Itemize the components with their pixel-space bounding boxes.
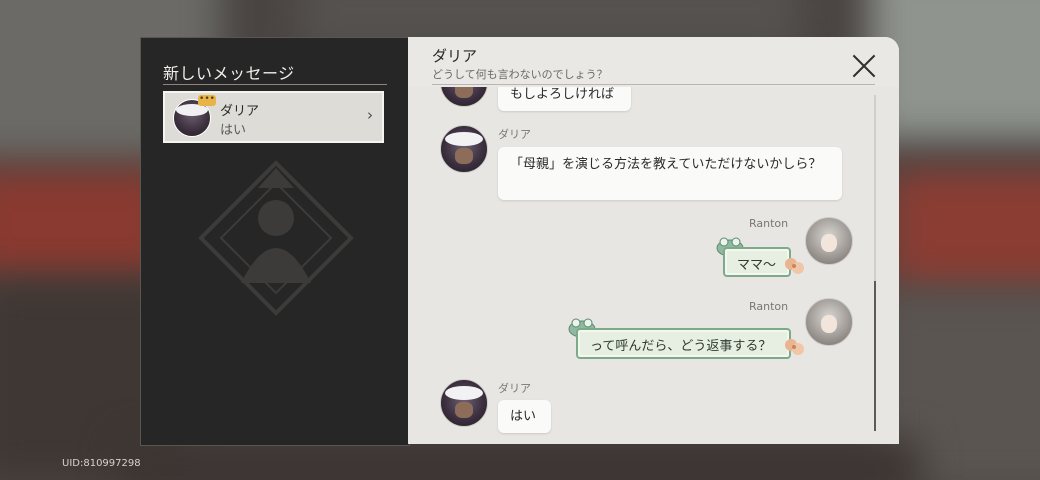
chat-contact-name: ダリア xyxy=(432,47,478,65)
message-sender: ダリア xyxy=(498,382,531,395)
flower-sticker-icon xyxy=(785,339,804,355)
message-sender: Ranton xyxy=(749,217,789,230)
conversation-list-panel: 新しいメッセージ ••• ダリア はい › xyxy=(140,37,410,446)
flower-sticker-icon xyxy=(785,258,804,274)
header-divider xyxy=(432,84,875,85)
conversation-preview: はい xyxy=(220,123,247,138)
chat-header: ダリア どうして何も言わないのでしょう？ xyxy=(408,37,899,87)
message-bubble: もしよろしければ xyxy=(498,87,631,111)
avatar xyxy=(805,217,853,265)
message-bubble: 「母親」を演じる方法を教えていただけないかしら？ xyxy=(498,147,842,200)
chat-panel: ダリア どうして何も言わないのでしょう？ もしよろしければ ダリア 「母親」を演… xyxy=(408,37,899,444)
message-list[interactable]: もしよろしければ ダリア 「母親」を演じる方法を教えていただけないかしら？ Ra… xyxy=(408,87,899,444)
message-sender: ダリア xyxy=(498,128,531,141)
avatar xyxy=(440,87,488,107)
avatar xyxy=(440,125,488,173)
chat-contact-status: どうして何も言わないのでしょう？ xyxy=(432,68,608,81)
scrollbar-thumb[interactable] xyxy=(874,281,876,431)
chevron-right-icon: › xyxy=(367,106,373,124)
message-sender: Ranton xyxy=(749,300,789,313)
conversation-item-dahlia[interactable]: ••• ダリア はい › xyxy=(163,91,384,143)
avatar xyxy=(805,298,853,346)
avatar xyxy=(440,379,488,427)
message-bubble: はい xyxy=(498,400,551,433)
close-icon[interactable] xyxy=(851,53,877,79)
emblem-icon xyxy=(198,160,354,316)
typing-indicator-icon: ••• xyxy=(198,94,216,106)
title-divider xyxy=(163,84,387,85)
message-bubble: ママ〜 xyxy=(723,247,791,277)
message-bubble: って呼んだら、どう返事する？ xyxy=(576,328,791,359)
user-id: UID:810997298 xyxy=(62,458,141,469)
conversation-name: ダリア xyxy=(220,104,260,119)
panel-title: 新しいメッセージ xyxy=(163,64,295,83)
